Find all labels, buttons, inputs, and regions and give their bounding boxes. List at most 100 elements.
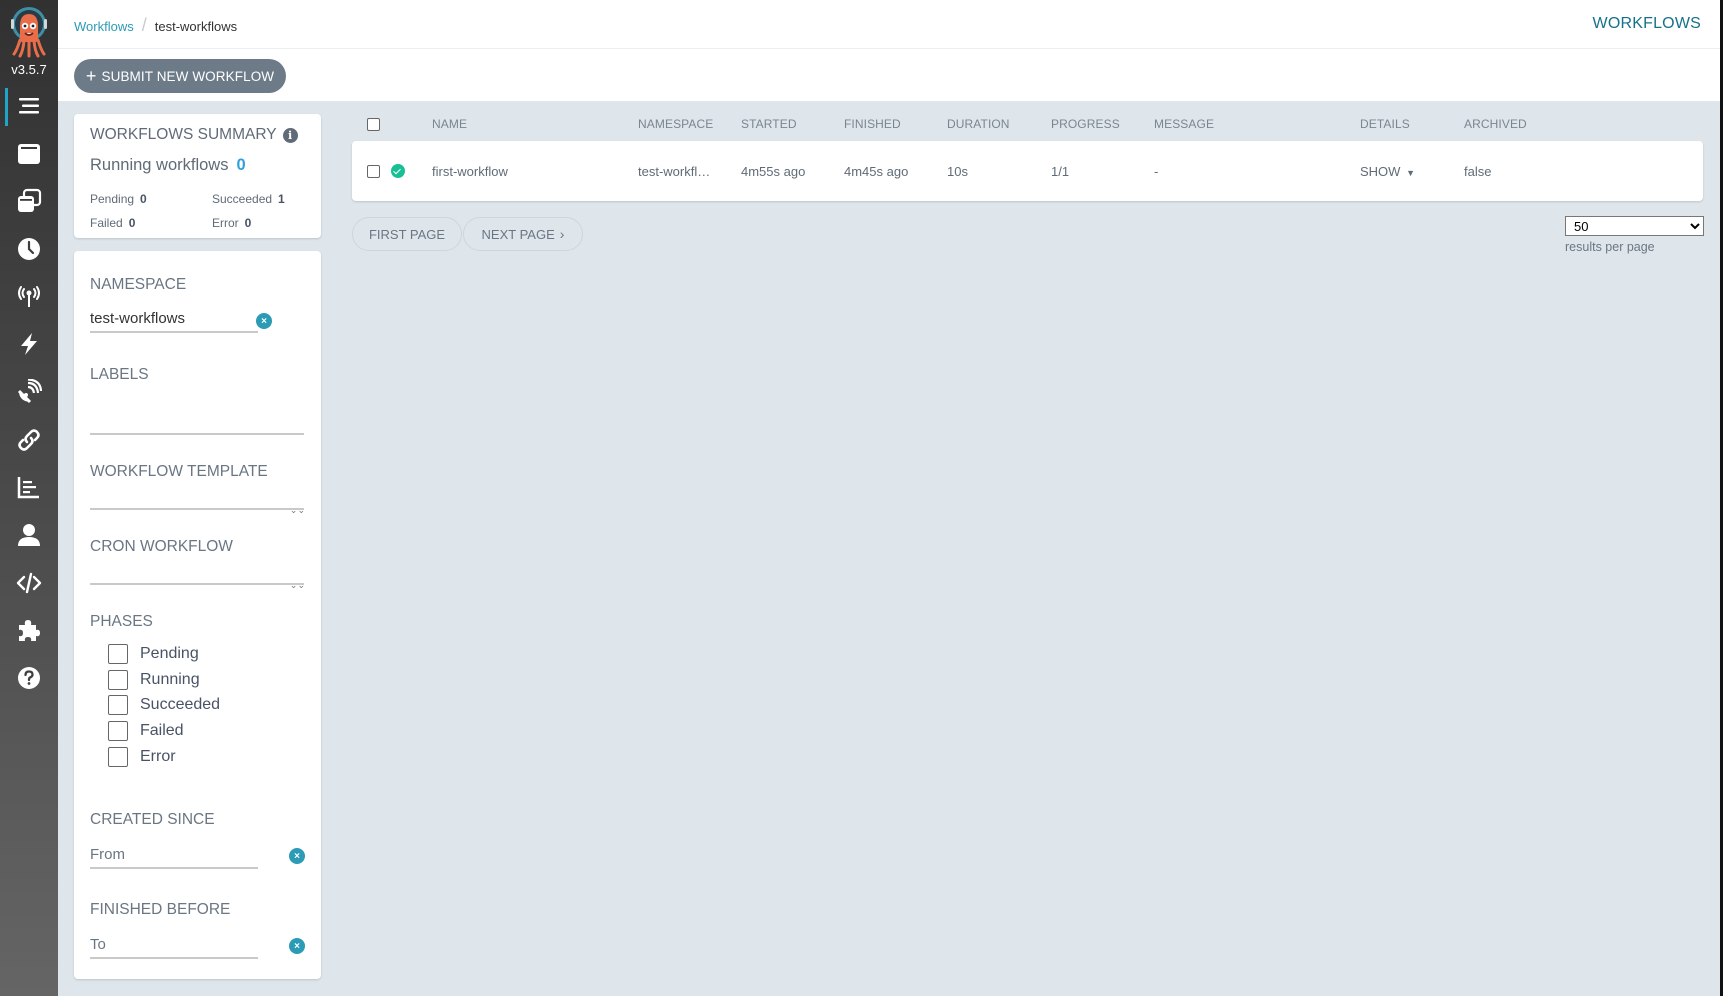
clear-created-since-icon[interactable]: ×: [289, 848, 305, 864]
finished-before-input[interactable]: [90, 931, 258, 959]
satellite-dish-icon: [17, 379, 42, 404]
caret-down-icon: ▼: [1406, 168, 1415, 178]
phase-label: Failed: [140, 722, 184, 739]
phase-checkbox-succeeded[interactable]: Succeeded: [108, 695, 220, 715]
next-page-button[interactable]: NEXT PAGE ›: [463, 217, 583, 251]
workflow-namespace: test-workfl…: [638, 164, 711, 179]
workflow-template-select[interactable]: [90, 482, 304, 510]
stat-value: 0: [128, 216, 136, 230]
column-header-details: DETAILS: [1360, 117, 1410, 131]
phase-checkbox-failed[interactable]: Failed: [108, 721, 184, 741]
checkbox[interactable]: [108, 721, 128, 741]
checkbox[interactable]: [108, 644, 128, 664]
argo-logo[interactable]: [8, 6, 50, 58]
column-header-progress: PROGRESS: [1051, 117, 1120, 131]
checkbox[interactable]: [108, 695, 128, 715]
details-show-toggle[interactable]: SHOW ▼: [1360, 164, 1415, 179]
phase-label: Error: [140, 748, 176, 765]
breadcrumb-separator: /: [141, 15, 147, 35]
stat-label: Succeeded: [212, 192, 273, 206]
nav-api-docs[interactable]: [0, 563, 58, 603]
code-icon: [16, 572, 42, 594]
phase-label: Running: [140, 671, 200, 688]
labels-input[interactable]: [90, 407, 304, 435]
nav-archived-workflows[interactable]: [0, 420, 58, 460]
first-page-button[interactable]: FIRST PAGE: [352, 217, 462, 251]
phase-checkbox-pending[interactable]: Pending: [108, 644, 199, 664]
stat-value: 0: [244, 216, 252, 230]
plus-icon: +: [85, 66, 97, 86]
stat-value: 0: [140, 192, 147, 206]
finished-before-label: FINISHED BEFORE: [90, 901, 231, 918]
results-per-page-label: results per page: [1565, 240, 1655, 254]
details-show-label: SHOW: [1360, 164, 1401, 179]
clock-icon: [18, 238, 40, 260]
chevron-right-icon: ›: [559, 226, 565, 242]
summary-title: WORKFLOWS SUMMARY i: [90, 126, 298, 144]
page-title: WORKFLOWS: [1592, 15, 1701, 32]
toolbar: + SUBMIT NEW WORKFLOW: [58, 49, 1723, 101]
nav-reports[interactable]: [0, 467, 58, 507]
clear-finished-before-icon[interactable]: ×: [289, 938, 305, 954]
succeeded-status-icon: [391, 164, 405, 178]
workflow-finished: 4m45s ago: [844, 164, 909, 179]
cron-workflow-select[interactable]: [90, 557, 304, 585]
column-header-name: NAME: [432, 117, 468, 131]
namespace-input[interactable]: [90, 305, 258, 333]
workflow-archived: false: [1464, 164, 1492, 179]
cron-workflow-label: CRON WORKFLOW: [90, 538, 233, 555]
created-since-input[interactable]: [90, 841, 258, 869]
chevron-down-icon: ⌄⌄: [289, 580, 305, 590]
puzzle-piece-icon: [19, 620, 40, 641]
phase-checkbox-error[interactable]: Error: [108, 747, 176, 767]
workflow-duration: 10s: [947, 164, 968, 179]
running-workflows: Running workflows 0: [90, 156, 246, 175]
info-icon[interactable]: i: [282, 127, 298, 143]
checkbox[interactable]: [108, 747, 128, 767]
workflow-name[interactable]: first-workflow: [432, 164, 508, 179]
stat-label: Failed: [90, 216, 123, 230]
stat-error: Error 0: [212, 216, 251, 230]
row-checkbox[interactable]: [367, 165, 380, 178]
stat-succeeded: Succeeded 1: [212, 192, 285, 206]
question-circle-icon: [18, 667, 40, 689]
column-header-archived: ARCHIVED: [1464, 117, 1527, 131]
namespace-label: NAMESPACE: [90, 276, 187, 293]
nav-workflow-templates[interactable]: [0, 134, 58, 174]
broadcast-tower-icon: [18, 286, 40, 307]
clear-namespace-icon[interactable]: ×: [256, 313, 272, 329]
nav-cron-workflows[interactable]: [0, 229, 58, 269]
phase-checkbox-running[interactable]: Running: [108, 670, 200, 690]
summary-title-text: WORKFLOWS SUMMARY: [90, 126, 277, 143]
user-icon: [18, 524, 40, 546]
nav-user[interactable]: [0, 515, 58, 555]
workflow-progress: 1/1: [1051, 164, 1070, 179]
stat-label: Pending: [90, 192, 135, 206]
submit-button-label: SUBMIT NEW WORKFLOW: [101, 68, 275, 84]
nav-workflows[interactable]: [0, 86, 58, 126]
window-icon: [18, 144, 40, 164]
checkbox[interactable]: [108, 670, 128, 690]
select-all-checkbox[interactable]: [367, 118, 380, 131]
breadcrumb-current: test-workflows: [154, 19, 238, 34]
next-page-label: NEXT PAGE: [481, 226, 555, 242]
nav-help[interactable]: [0, 658, 58, 698]
results-per-page-select[interactable]: 50: [1565, 216, 1704, 236]
nav-plugins[interactable]: [0, 610, 58, 650]
running-count[interactable]: 0: [236, 156, 245, 174]
stat-label: Error: [212, 216, 239, 230]
nav-cluster-workflow-templates[interactable]: [0, 181, 58, 221]
created-since-label: CREATED SINCE: [90, 811, 215, 828]
phase-label: Pending: [140, 645, 199, 662]
link-icon: [18, 429, 40, 451]
chevron-down-icon: ⌄⌄: [289, 505, 305, 515]
submit-new-workflow-button[interactable]: + SUBMIT NEW WORKFLOW: [74, 59, 286, 93]
column-header-duration: DURATION: [947, 117, 1010, 131]
breadcrumb-workflows-link[interactable]: Workflows: [74, 19, 134, 34]
nav-event-sources[interactable]: [0, 277, 58, 317]
nav-sensors[interactable]: [0, 324, 58, 364]
table-row[interactable]: first-workflow test-workfl… 4m55s ago 4m…: [352, 141, 1703, 201]
chart-bar-icon: [17, 477, 39, 499]
column-header-finished: FINISHED: [844, 117, 901, 131]
nav-event-flow[interactable]: [0, 372, 58, 412]
